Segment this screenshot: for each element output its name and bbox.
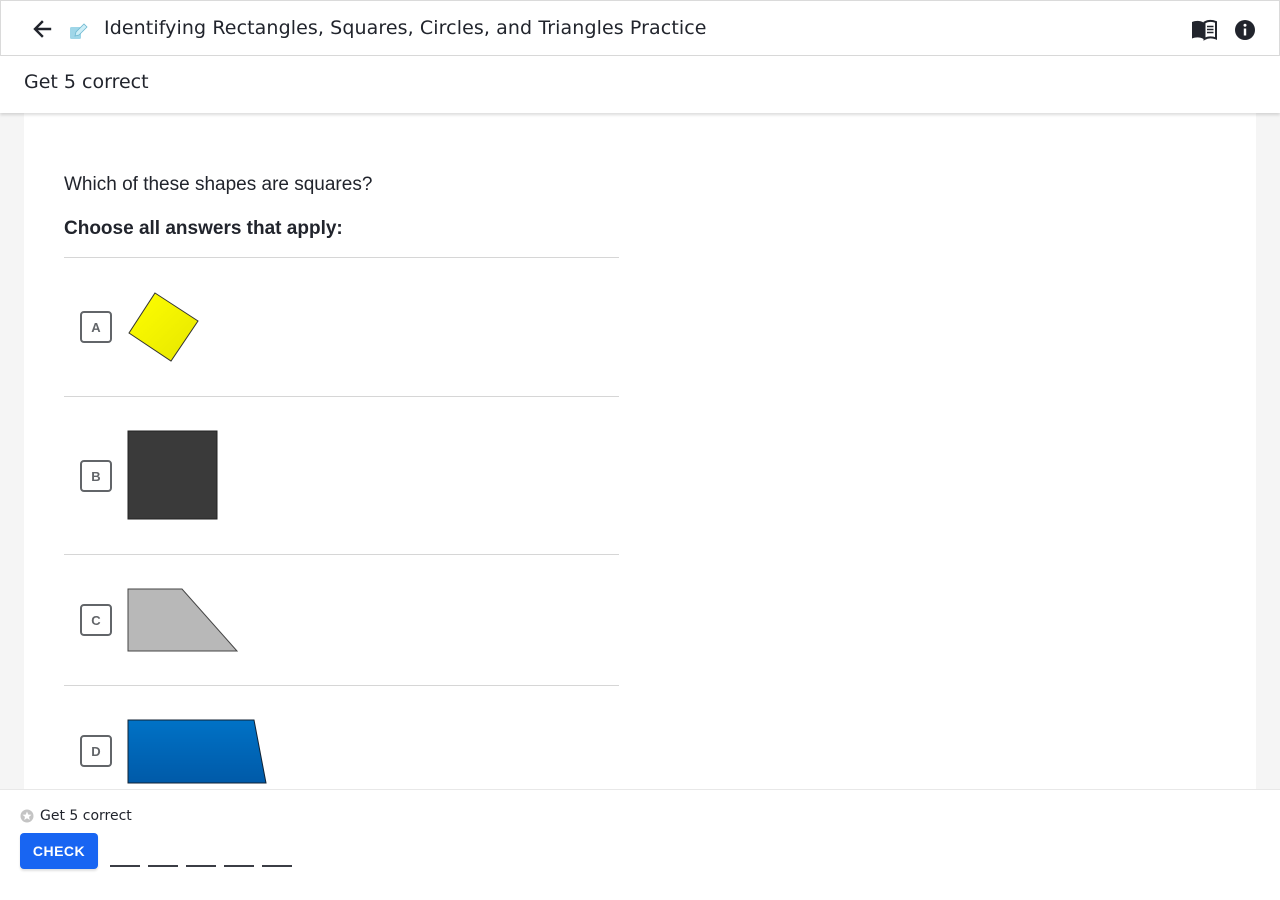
arrow-left-icon [33, 20, 52, 38]
square-shape [127, 430, 218, 520]
back-button[interactable] [27, 14, 57, 44]
goal-label: Get 5 correct [24, 71, 149, 93]
info-icon[interactable] [1233, 18, 1257, 42]
question-prompt: Which of these shapes are squares? [64, 174, 373, 195]
question-card: Which of these shapes are squares? Choos… [24, 113, 1256, 793]
footer-bar: Get 5 correct CHECK [0, 789, 1280, 900]
choice-letter: D [80, 735, 112, 767]
progress-slot [148, 865, 178, 867]
goal-bar: Get 5 correct [0, 56, 1280, 113]
star-badge-icon [20, 809, 34, 823]
progress-slots [110, 865, 300, 867]
rotated-square-shape [128, 292, 199, 362]
choice-d[interactable]: D [64, 685, 619, 805]
page-title: Identifying Rectangles, Squares, Circles… [104, 17, 707, 39]
progress-slot [110, 865, 140, 867]
choice-b[interactable]: B [64, 396, 619, 554]
progress-slot [262, 865, 292, 867]
progress-slot [224, 865, 254, 867]
trapezoid-shape [127, 588, 239, 652]
choice-letter: B [80, 460, 112, 492]
book-icon[interactable] [1191, 18, 1217, 42]
choice-c[interactable]: C [64, 554, 619, 685]
choice-a[interactable]: A [64, 257, 619, 396]
choice-letter: C [80, 604, 112, 636]
progress-slot [186, 865, 216, 867]
check-button[interactable]: CHECK [20, 833, 98, 869]
choice-letter: A [80, 311, 112, 343]
footer-goal: Get 5 correct [20, 808, 132, 824]
top-bar: Identifying Rectangles, Squares, Circles… [0, 0, 1280, 56]
answer-choices: A B C D [64, 257, 619, 805]
footer-goal-label: Get 5 correct [40, 808, 132, 824]
pencil-exercise-icon [70, 23, 88, 39]
parallelogram-shape [127, 719, 267, 784]
question-instruction: Choose all answers that apply: [64, 218, 343, 239]
